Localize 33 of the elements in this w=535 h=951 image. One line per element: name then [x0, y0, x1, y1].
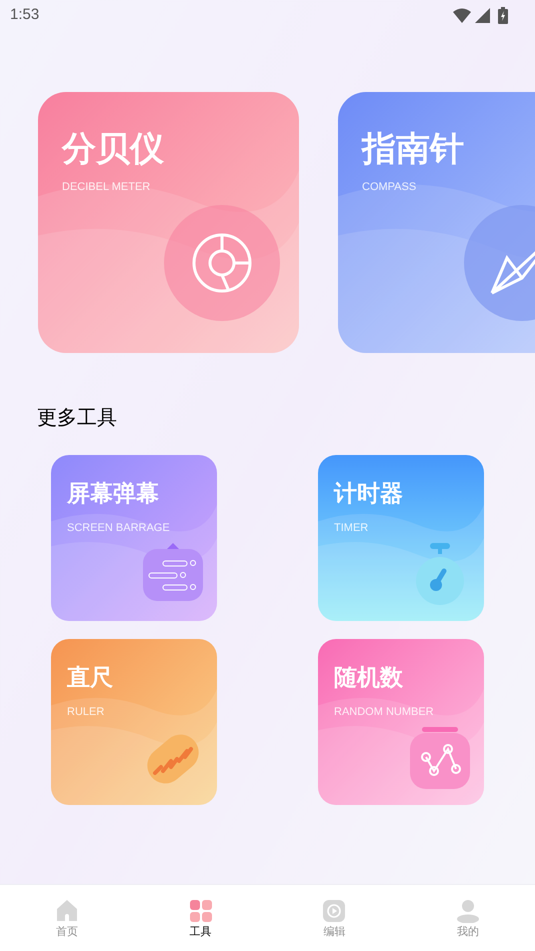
grid-icon	[188, 899, 213, 923]
tool-title: 屏幕弹幕	[67, 479, 159, 508]
tool-title: 计时器	[334, 479, 403, 508]
tool-subtitle: DECIBEL METER	[62, 180, 150, 194]
tool-card[interactable]: 直尺 RULER	[51, 639, 217, 805]
tool-card[interactable]: 屏幕弹幕 SCREEN BARRAGE	[51, 455, 217, 621]
tool-subtitle: RULER	[67, 704, 104, 720]
tool-card[interactable]: 随机数 RANDOM NUMBER	[318, 639, 484, 805]
tool-card[interactable]: 指南针 COMPASS	[338, 92, 535, 353]
nav-tab[interactable]: 首页	[0, 885, 134, 951]
status-time: 1:53	[10, 4, 40, 25]
section-heading: 更多工具	[37, 406, 117, 431]
tool-title: 分贝仪	[62, 129, 164, 170]
tool-subtitle: SCREEN BARRAGE	[67, 520, 170, 536]
person-icon	[456, 899, 480, 923]
tool-card[interactable]: 计时器 TIMER	[318, 455, 484, 621]
tool-title: 随机数	[334, 663, 403, 692]
tool-subtitle: RANDOM NUMBER	[334, 704, 434, 720]
tool-title: 指南针	[362, 129, 464, 170]
signal-icon	[475, 8, 490, 22]
video-icon	[322, 899, 346, 923]
connected-dots-icon	[408, 727, 472, 791]
nav-tab[interactable]: 编辑	[268, 885, 402, 951]
home-icon	[54, 899, 79, 923]
tool-card[interactable]: 分贝仪 DECIBEL METER	[38, 92, 299, 353]
donut-chart-icon	[162, 203, 282, 323]
nav-tab[interactable]: 工具	[134, 885, 268, 951]
tool-subtitle: COMPASS	[362, 180, 416, 194]
battery-icon	[498, 6, 508, 24]
nav-tab[interactable]: 我的	[401, 885, 535, 951]
tool-subtitle: TIMER	[334, 520, 368, 536]
wifi-icon	[453, 8, 471, 22]
tool-title: 直尺	[67, 663, 113, 692]
